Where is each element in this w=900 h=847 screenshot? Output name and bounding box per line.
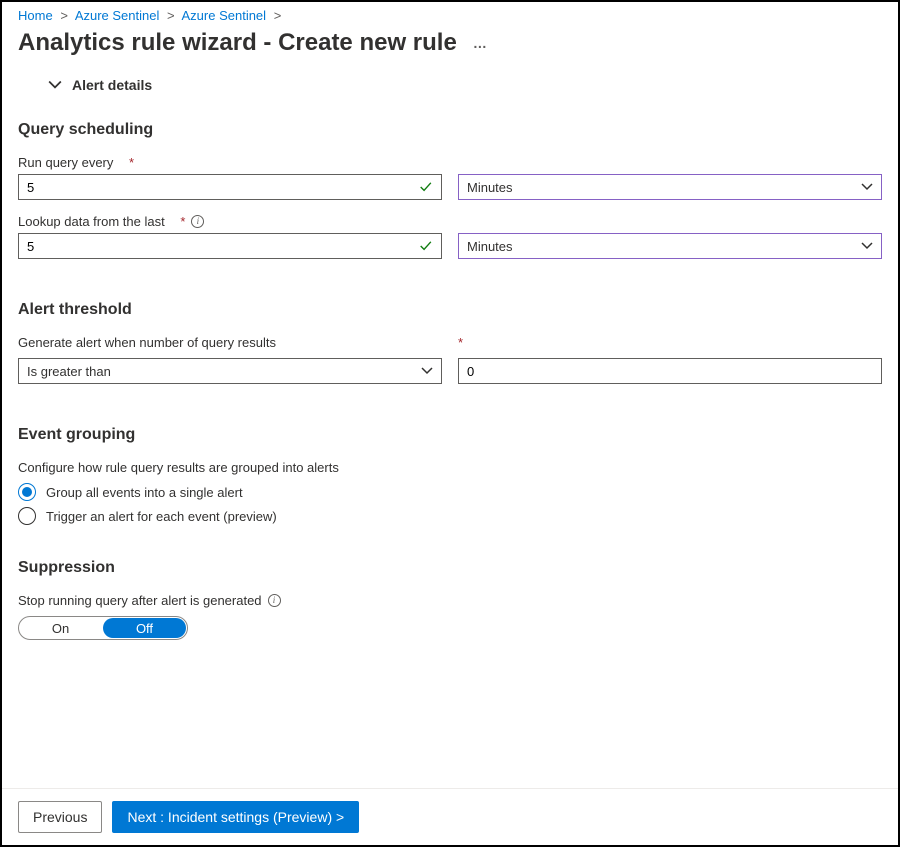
- radio-trigger-each-event[interactable]: Trigger an alert for each event (preview…: [18, 507, 882, 525]
- section-event-grouping: Event grouping: [18, 426, 882, 444]
- chevron-down-icon: [861, 181, 873, 193]
- info-icon[interactable]: i: [191, 215, 204, 228]
- radio-group-all-events[interactable]: Group all events into a single alert: [18, 483, 882, 501]
- radio-selected-icon: [18, 483, 36, 501]
- run-query-every-input[interactable]: [18, 174, 442, 200]
- page-title-text: Analytics rule wizard - Create new rule: [18, 29, 457, 57]
- breadcrumb: Home > Azure Sentinel > Azure Sentinel >: [18, 8, 882, 23]
- run-query-every-label: Run query every *: [18, 155, 882, 170]
- generate-alert-label: Generate alert when number of query resu…: [18, 335, 442, 350]
- section-suppression: Suppression: [18, 559, 882, 577]
- suppression-toggle[interactable]: On Off: [18, 616, 188, 640]
- threshold-value[interactable]: [467, 364, 873, 379]
- toggle-on[interactable]: On: [19, 617, 102, 639]
- wizard-footer: Previous Next : Incident settings (Previ…: [2, 788, 898, 845]
- checkmark-icon: [419, 239, 433, 253]
- chevron-down-icon: [421, 365, 433, 377]
- run-query-every-unit-select[interactable]: Minutes: [458, 174, 882, 200]
- previous-button[interactable]: Previous: [18, 801, 102, 833]
- info-icon[interactable]: i: [268, 594, 281, 607]
- radio-unselected-icon: [18, 507, 36, 525]
- toggle-off[interactable]: Off: [103, 618, 186, 638]
- event-grouping-desc: Configure how rule query results are gro…: [18, 460, 882, 475]
- lookup-data-label: Lookup data from the last * i: [18, 214, 882, 229]
- chevron-down-icon: [861, 240, 873, 252]
- threshold-value-input[interactable]: [458, 358, 882, 384]
- checkmark-icon: [419, 180, 433, 194]
- page-title: Analytics rule wizard - Create new rule …: [18, 29, 882, 57]
- lookup-data-unit-select[interactable]: Minutes: [458, 233, 882, 259]
- threshold-operator-value: Is greater than: [27, 364, 111, 379]
- suppression-desc: Stop running query after alert is genera…: [18, 593, 882, 608]
- breadcrumb-azure-sentinel-1[interactable]: Azure Sentinel: [75, 8, 160, 23]
- threshold-operator-select[interactable]: Is greater than: [18, 358, 442, 384]
- more-icon[interactable]: …: [473, 35, 488, 51]
- breadcrumb-azure-sentinel-2[interactable]: Azure Sentinel: [182, 8, 267, 23]
- lookup-data-value[interactable]: [27, 239, 419, 254]
- lookup-data-input[interactable]: [18, 233, 442, 259]
- alert-details-label: Alert details: [72, 77, 152, 93]
- next-button[interactable]: Next : Incident settings (Preview) >: [112, 801, 359, 833]
- run-query-every-value[interactable]: [27, 180, 419, 195]
- lookup-data-unit-value: Minutes: [467, 239, 513, 254]
- breadcrumb-home[interactable]: Home: [18, 8, 53, 23]
- radio-trigger-each-label: Trigger an alert for each event (preview…: [46, 509, 277, 524]
- radio-group-all-label: Group all events into a single alert: [46, 485, 243, 500]
- run-query-unit-value: Minutes: [467, 180, 513, 195]
- chevron-down-icon: [48, 78, 62, 92]
- section-query-scheduling: Query scheduling: [18, 121, 882, 139]
- alert-details-toggle[interactable]: Alert details: [48, 77, 882, 93]
- section-alert-threshold: Alert threshold: [18, 301, 882, 319]
